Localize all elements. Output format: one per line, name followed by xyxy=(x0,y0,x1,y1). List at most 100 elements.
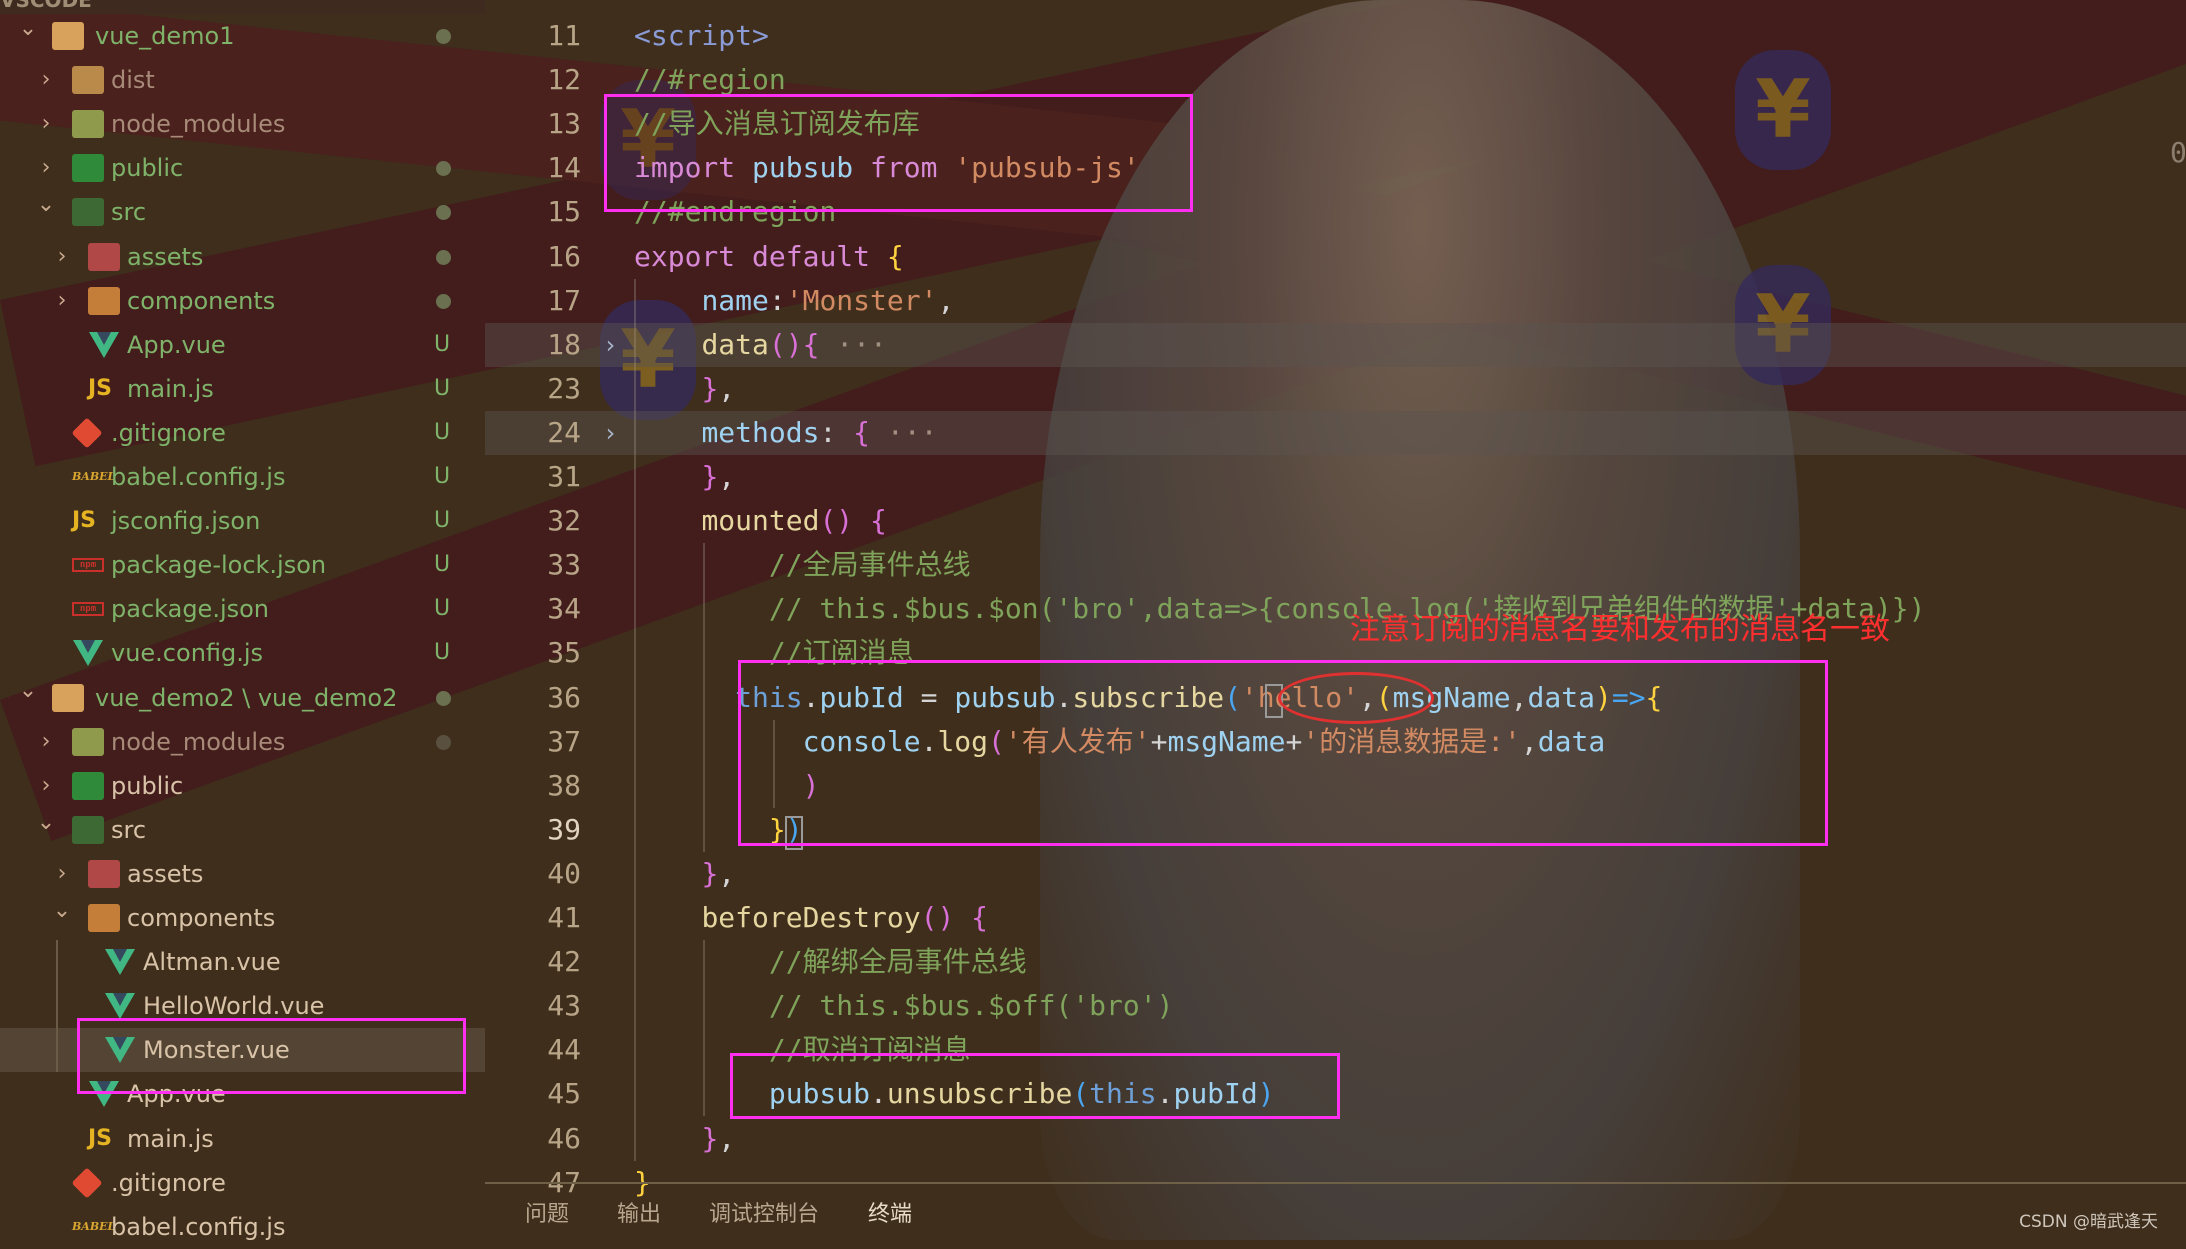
explorer-item[interactable]: ⌄ vue_demo2 \ vue_demo2 xyxy=(0,676,485,720)
panel-tab[interactable]: 终端 xyxy=(868,1196,912,1228)
panel-tab[interactable]: 调试控制台 xyxy=(709,1196,819,1228)
code-token: default xyxy=(752,239,871,273)
code-line[interactable]: 15 //#endregion xyxy=(485,190,2186,234)
explorer-item[interactable]: Monster.vue xyxy=(0,1028,485,1073)
code-token: } xyxy=(768,812,786,846)
code-token: this xyxy=(1089,1077,1157,1111)
explorer-item[interactable]: › node_modules xyxy=(0,102,485,146)
code-line[interactable]: 33 //全局事件总线 xyxy=(485,543,2186,587)
code-line[interactable]: 46 }, xyxy=(485,1117,2186,1161)
explorer-item[interactable]: › dist xyxy=(0,58,485,102)
explorer-item[interactable]: JS main.js U xyxy=(0,367,485,411)
explorer-item[interactable]: Altman.vue xyxy=(0,940,485,984)
explorer-item[interactable]: › assets xyxy=(0,852,485,896)
code-line[interactable]: 12 //#region xyxy=(485,58,2186,102)
components-folder-icon xyxy=(88,286,120,315)
code-line[interactable]: 13 //导入消息订阅发布库 xyxy=(485,102,2186,146)
explorer-item-label: main.js xyxy=(127,374,214,403)
explorer-item-label: vue_demo2 \ vue_demo2 xyxy=(95,683,398,712)
explorer-item[interactable]: npm package.json U xyxy=(0,587,485,631)
explorer-item[interactable]: .gitignore xyxy=(0,1161,485,1205)
chevron-down-icon[interactable]: ⌄ xyxy=(18,676,38,720)
code-line[interactable]: 44 //取消订阅消息 xyxy=(485,1028,2186,1072)
code-line[interactable]: 16 export default { xyxy=(485,235,2186,279)
explorer-item[interactable]: ⌄ vue_demo1 xyxy=(0,14,485,58)
tree-indent-guide xyxy=(56,940,58,1073)
npm-file-icon: npm xyxy=(72,558,104,573)
explorer-item-label: vue_demo1 xyxy=(95,22,235,50)
code-token: } xyxy=(701,856,719,890)
code-token: pubId xyxy=(819,680,904,714)
code-token: methods xyxy=(701,415,820,449)
chevron-right-icon[interactable]: › xyxy=(52,279,72,323)
chevron-down-icon[interactable]: ⌄ xyxy=(36,190,56,234)
line-number: 44 xyxy=(547,1033,581,1067)
code-line[interactable]: 38 ) xyxy=(485,764,2186,808)
chevron-right-icon[interactable]: › xyxy=(52,235,72,279)
chevron-right-icon[interactable]: › xyxy=(36,146,56,190)
code-line[interactable]: 11 <script> xyxy=(485,14,2186,58)
npm-file-icon: npm xyxy=(72,602,104,617)
code-line[interactable]: 41 beforeDestroy() { xyxy=(485,896,2186,940)
code-token: //#endregion xyxy=(634,195,837,229)
code-token: = xyxy=(903,680,955,714)
code-line[interactable]: 40 }, xyxy=(485,852,2186,896)
explorer-item[interactable]: ⌄ components xyxy=(0,896,485,940)
explorer-item[interactable]: JS jsconfig.json U xyxy=(0,499,485,543)
explorer-item[interactable]: › node_modules xyxy=(0,720,485,764)
explorer-item[interactable]: › public xyxy=(0,764,485,808)
node-folder-icon xyxy=(72,110,104,139)
code-line[interactable]: 39 }) xyxy=(485,808,2186,852)
code-line[interactable]: 32 mounted() { xyxy=(485,499,2186,543)
code-line[interactable]: 37 console.log('有人发布'+msgName+'的消息数据是:',… xyxy=(485,720,2186,764)
line-number: 38 xyxy=(547,768,581,802)
chevron-right-icon[interactable]: › xyxy=(52,852,72,896)
code-text: import pubsub from 'pubsub-js' xyxy=(634,146,1140,190)
explorer-item[interactable]: vue.config.js U xyxy=(0,631,485,675)
line-number: 41 xyxy=(547,901,581,934)
code-line[interactable]: 24 › methods: { ··· xyxy=(485,410,2186,455)
fold-chevron-icon[interactable]: › xyxy=(603,323,617,367)
code-text: ) xyxy=(634,764,820,808)
code-line[interactable]: 45 pubsub.unsubscribe(this.pubId) xyxy=(485,1072,2186,1116)
code-line[interactable]: 31 }, xyxy=(485,455,2186,499)
code-line[interactable]: 35 //订阅消息 xyxy=(485,631,2186,675)
chevron-down-icon[interactable]: ⌄ xyxy=(18,14,38,58)
chevron-right-icon[interactable]: › xyxy=(36,102,56,146)
panel-tab[interactable]: 输出 xyxy=(617,1196,661,1228)
explorer-item[interactable]: JS main.js xyxy=(0,1117,485,1161)
chevron-right-icon[interactable]: › xyxy=(36,720,56,764)
code-token: , xyxy=(718,460,736,493)
explorer-item[interactable]: › public xyxy=(0,146,485,190)
code-line[interactable]: 17 name:'Monster', xyxy=(485,279,2186,323)
explorer-item[interactable]: .gitignore U xyxy=(0,411,485,455)
fold-chevron-icon[interactable]: › xyxy=(603,411,617,455)
babel-file-icon: BABEL xyxy=(72,470,116,483)
chevron-right-icon[interactable]: › xyxy=(36,58,56,102)
explorer-item[interactable]: ⌄ src xyxy=(0,808,485,852)
explorer-item[interactable]: BABEL babel.config.js xyxy=(0,1205,485,1249)
code-line[interactable]: 42 //解绑全局事件总线 xyxy=(485,940,2186,984)
code-token: pubsub xyxy=(768,1077,871,1111)
explorer-item[interactable]: npm package-lock.json U xyxy=(0,543,485,587)
explorer-item[interactable]: › components xyxy=(0,279,485,323)
code-line[interactable]: 34 // this.$bus.$on('bro',data=>{console… xyxy=(485,587,2186,631)
chevron-down-icon[interactable]: ⌄ xyxy=(52,896,72,940)
explorer-item[interactable]: HelloWorld.vue xyxy=(0,984,485,1028)
code-editor[interactable]: 11 <script> 12 //#region 13 //导入消息订阅发布库 14 impo… xyxy=(485,14,2186,1199)
explorer-item[interactable]: App.vue xyxy=(0,1072,485,1116)
chevron-down-icon[interactable]: ⌄ xyxy=(36,808,56,852)
explorer-item[interactable]: App.vue U xyxy=(0,323,485,367)
code-line[interactable]: 14 import pubsub from 'pubsub-js' xyxy=(485,146,2186,190)
explorer-item[interactable]: BABEL babel.config.js U xyxy=(0,455,485,499)
explorer-item[interactable]: › assets xyxy=(0,235,485,279)
code-line[interactable]: 23 }, xyxy=(485,367,2186,411)
explorer-item[interactable]: ⌄ src xyxy=(0,190,485,234)
code-line[interactable]: 43 // this.$bus.$off('bro') xyxy=(485,984,2186,1028)
chevron-right-icon[interactable]: › xyxy=(36,764,56,808)
code-token: console xyxy=(802,724,921,758)
panel-tab[interactable]: 问题 xyxy=(525,1196,569,1228)
code-line[interactable]: 18 › data(){ ··· xyxy=(485,322,2186,367)
